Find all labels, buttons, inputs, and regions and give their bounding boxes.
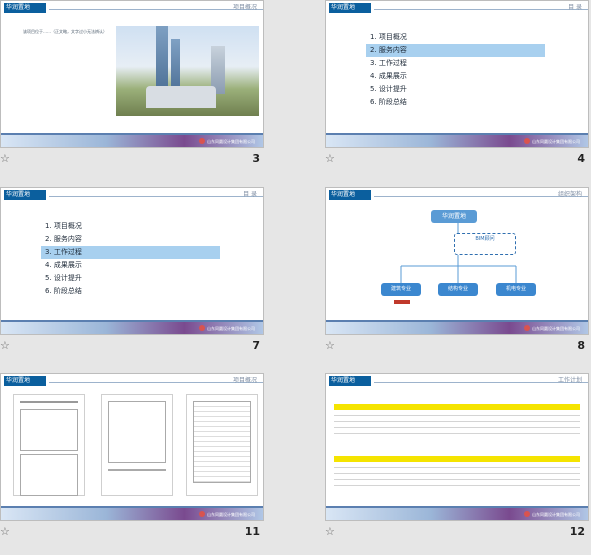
transition-star-icon[interactable]: ☆	[0, 339, 10, 352]
footer-company: 山东同圆设计集团有限公司	[207, 139, 255, 144]
red-logo-icon	[394, 300, 410, 304]
footer-company: 山东同圆设计集团有限公司	[207, 512, 255, 517]
agenda-item: 5. 设计提升	[370, 85, 407, 93]
agenda-item-highlighted: 2. 服务内容	[366, 44, 545, 57]
agenda-item-highlighted: 3. 工作过程	[41, 246, 220, 259]
slide-thumbnail-11[interactable]: 华润置地 项目概况 山东同圆设计集团有限公司 ☆ 11	[0, 373, 264, 543]
slide-thumbnail-7[interactable]: 华润置地 目 录 1. 项目概况 2. 服务内容 3. 工作过程 4. 成果展示…	[0, 187, 264, 357]
agenda-item: 1. 项目概况	[45, 222, 82, 230]
transition-star-icon[interactable]: ☆	[325, 525, 335, 538]
agenda-item: 6. 阶段总结	[370, 98, 407, 106]
slide-number: 12	[569, 525, 585, 538]
slide-number: 8	[577, 339, 585, 352]
slide-thumbnail-3[interactable]: 华润置地 项目概况 该项目位于……（正文略，文字过小无法辨认） 山东同圆设计集团…	[0, 0, 264, 170]
agenda-item: 6. 阶段总结	[45, 287, 82, 295]
document-page	[186, 394, 258, 496]
footer-company: 山东同圆设计集团有限公司	[207, 326, 255, 331]
company-logo: 华润置地	[329, 376, 371, 386]
slide-number: 11	[244, 525, 260, 538]
transition-star-icon[interactable]: ☆	[0, 152, 10, 165]
company-logo: 华润置地	[329, 3, 371, 13]
company-logo: 华润置地	[4, 3, 46, 13]
slide-number: 7	[252, 339, 260, 352]
footer-logo-icon	[199, 138, 205, 144]
slide-header-title: 工作计划	[557, 377, 582, 384]
agenda-item: 4. 成果展示	[45, 261, 82, 269]
org-node-mid: BIM顾问	[454, 233, 516, 255]
footer-company: 山东同圆设计集团有限公司	[532, 326, 580, 331]
slide-number: 3	[252, 152, 260, 165]
org-node-child: 结构专业	[438, 283, 478, 296]
org-node-child: 机电专业	[496, 283, 536, 296]
schedule-table	[334, 404, 580, 434]
agenda-list: 1. 项目概况 2. 服务内容 3. 工作过程 4. 成果展示 5. 设计提升 …	[366, 31, 545, 109]
org-node-top: 华润置地	[431, 210, 477, 223]
company-logo: 华润置地	[4, 376, 46, 386]
header-line	[49, 9, 263, 10]
body-text: 该项目位于……（正文略，文字过小无法辨认）	[23, 29, 107, 34]
footer-logo-icon	[524, 511, 530, 517]
slide-header-title: 目 录	[243, 191, 257, 198]
slide-header-title: 项目概况	[232, 377, 257, 384]
transition-star-icon[interactable]: ☆	[325, 339, 335, 352]
agenda-item: 2. 服务内容	[45, 235, 82, 243]
building-photo	[116, 26, 259, 116]
transition-star-icon[interactable]: ☆	[0, 525, 10, 538]
header-line	[374, 382, 588, 383]
header-line	[49, 196, 263, 197]
agenda-list: 1. 项目概况 2. 服务内容 3. 工作过程 4. 成果展示 5. 设计提升 …	[41, 220, 220, 298]
agenda-item: 5. 设计提升	[45, 274, 82, 282]
slide-header-title: 目 录	[568, 4, 582, 11]
slide-number: 4	[577, 152, 585, 165]
footer-logo-icon	[524, 138, 530, 144]
agenda-item: 1. 项目概况	[370, 33, 407, 41]
slide-header-title: 项目概况	[232, 4, 257, 11]
schedule-table	[334, 456, 580, 486]
footer-logo-icon	[199, 325, 205, 331]
company-logo: 华润置地	[4, 190, 46, 200]
header-line	[49, 382, 263, 383]
document-page	[101, 394, 173, 496]
footer-logo-icon	[524, 325, 530, 331]
slide-thumbnail-12[interactable]: 华润置地 工作计划 山东同圆设计集团有限公司 ☆ 12	[325, 373, 589, 543]
org-node-child: 建筑专业	[381, 283, 421, 296]
transition-star-icon[interactable]: ☆	[325, 152, 335, 165]
agenda-item: 4. 成果展示	[370, 72, 407, 80]
agenda-item: 3. 工作过程	[370, 59, 407, 67]
header-line	[374, 9, 588, 10]
footer-company: 山东同圆设计集团有限公司	[532, 139, 580, 144]
footer-company: 山东同圆设计集团有限公司	[532, 512, 580, 517]
slide-thumbnail-4[interactable]: 华润置地 目 录 1. 项目概况 2. 服务内容 3. 工作过程 4. 成果展示…	[325, 0, 589, 170]
footer-logo-icon	[199, 511, 205, 517]
slide-thumbnail-8[interactable]: 华润置地 组织架构 华润置地 BIM顾问 建筑专业 结构专业 机电专业 山东同圆…	[325, 187, 589, 357]
document-page	[13, 394, 85, 496]
